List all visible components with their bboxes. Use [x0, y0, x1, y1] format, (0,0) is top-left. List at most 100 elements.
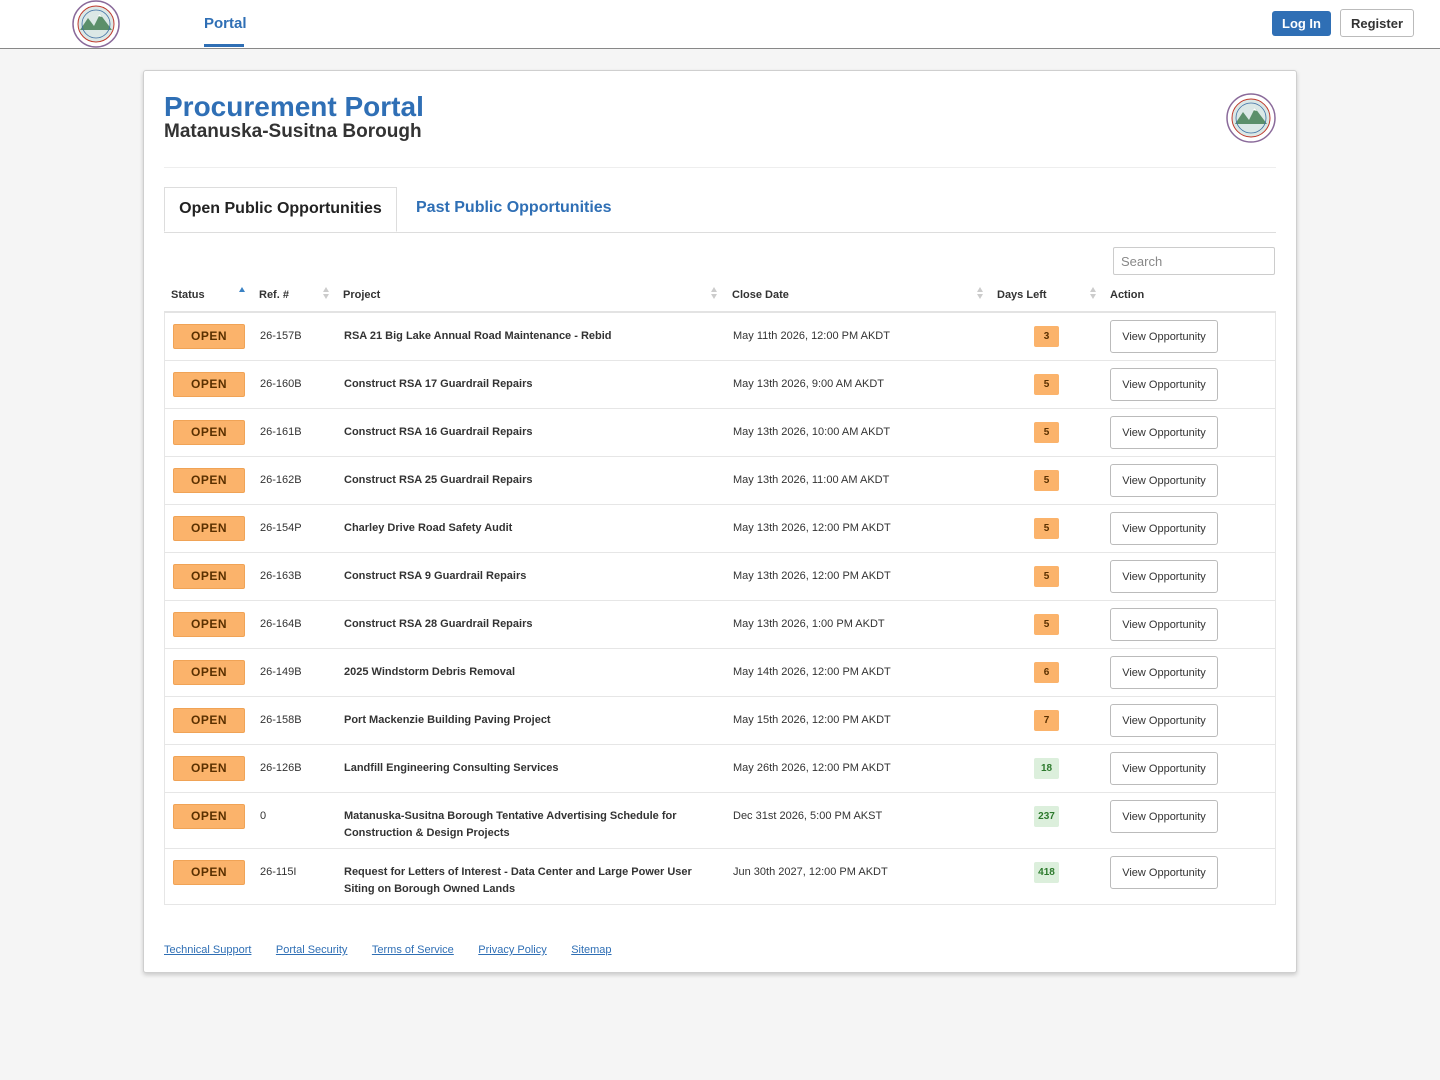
table-row: OPEN 26-164B Construct RSA 28 Guardrail …: [165, 601, 1275, 649]
sort-icon[interactable]: [1090, 287, 1097, 301]
column-header-status[interactable]: Status: [171, 289, 205, 301]
ref-number: 26-161B: [260, 426, 302, 438]
status-badge: OPEN: [173, 420, 245, 445]
login-button[interactable]: Log In: [1272, 11, 1331, 36]
close-date: May 13th 2026, 9:00 AM AKDT: [733, 378, 885, 390]
close-date: May 13th 2026, 10:00 AM AKDT: [733, 426, 891, 438]
nav-tab-portal[interactable]: Portal: [204, 0, 247, 48]
close-date: May 26th 2026, 12:00 PM AKDT: [733, 762, 891, 774]
status-badge: OPEN: [173, 468, 245, 493]
status-badge: OPEN: [173, 612, 245, 637]
ref-number: 26-164B: [260, 618, 302, 630]
table-row: OPEN 26-158B Port Mackenzie Building Pav…: [165, 697, 1275, 745]
view-opportunity-button[interactable]: View Opportunity: [1110, 656, 1218, 689]
column-header-close-date[interactable]: Close Date: [732, 289, 789, 301]
days-left-badge: 5: [1034, 566, 1059, 587]
close-date: May 15th 2026, 12:00 PM AKDT: [733, 714, 891, 726]
table-row: OPEN 26-126B Landfill Engineering Consul…: [165, 745, 1275, 793]
tab-past-public-opportunities[interactable]: Past Public Opportunities: [416, 187, 612, 232]
footer-links: Technical Support Portal Security Terms …: [164, 940, 632, 958]
view-opportunity-button[interactable]: View Opportunity: [1110, 856, 1218, 889]
footer-link-privacy-policy[interactable]: Privacy Policy: [478, 944, 546, 956]
table-row: OPEN 0 Matanuska-Susitna Borough Tentati…: [165, 793, 1275, 849]
status-badge: OPEN: [173, 756, 245, 781]
column-header-ref[interactable]: Ref. #: [259, 289, 289, 301]
table-row: OPEN 26-115I Request for Letters of Inte…: [165, 849, 1275, 905]
active-tab-indicator: [204, 44, 244, 47]
ref-number: 26-162B: [260, 474, 302, 486]
footer-link-sitemap[interactable]: Sitemap: [571, 944, 611, 956]
table-header: Status Ref. # Project Close Date Days Le…: [164, 281, 1276, 313]
footer-link-technical-support[interactable]: Technical Support: [164, 944, 251, 956]
sort-icon[interactable]: [977, 287, 984, 301]
close-date: May 14th 2026, 12:00 PM AKDT: [733, 666, 891, 678]
view-opportunity-button[interactable]: View Opportunity: [1110, 512, 1218, 545]
close-date: May 13th 2026, 12:00 PM AKDT: [733, 570, 891, 582]
days-left-badge: 5: [1034, 374, 1059, 395]
close-date: Jun 30th 2027, 12:00 PM AKDT: [733, 866, 888, 878]
days-left-badge: 6: [1034, 662, 1059, 683]
ref-number: 26-157B: [260, 330, 302, 342]
days-left-badge: 5: [1034, 614, 1059, 635]
project-name: Port Mackenzie Building Paving Project: [344, 714, 551, 726]
project-name: Construct RSA 9 Guardrail Repairs: [344, 570, 527, 582]
project-name: RSA 21 Big Lake Annual Road Maintenance …: [344, 330, 612, 342]
days-left-badge: 7: [1034, 710, 1059, 731]
project-name: Construct RSA 28 Guardrail Repairs: [344, 618, 533, 630]
column-header-action: Action: [1110, 289, 1145, 301]
view-opportunity-button[interactable]: View Opportunity: [1110, 368, 1218, 401]
status-badge: OPEN: [173, 708, 245, 733]
ref-number: 26-154P: [260, 522, 302, 534]
table-row: OPEN 26-162B Construct RSA 25 Guardrail …: [165, 457, 1275, 505]
table-row: OPEN 26-157B RSA 21 Big Lake Annual Road…: [165, 313, 1275, 361]
project-name: Construct RSA 17 Guardrail Repairs: [344, 378, 533, 390]
ref-number: 26-126B: [260, 762, 302, 774]
sort-icon[interactable]: [711, 287, 718, 301]
sort-icon[interactable]: [323, 287, 330, 301]
days-left-badge: 5: [1034, 422, 1059, 443]
status-badge: OPEN: [173, 660, 245, 685]
view-opportunity-button[interactable]: View Opportunity: [1110, 800, 1218, 833]
close-date: May 13th 2026, 12:00 PM AKDT: [733, 522, 891, 534]
register-button[interactable]: Register: [1340, 9, 1414, 37]
status-badge: OPEN: [173, 564, 245, 589]
sort-ascending-icon[interactable]: [239, 287, 246, 301]
view-opportunity-button[interactable]: View Opportunity: [1110, 320, 1218, 353]
view-opportunity-button[interactable]: View Opportunity: [1110, 464, 1218, 497]
column-header-project[interactable]: Project: [343, 289, 380, 301]
project-name: Construct RSA 16 Guardrail Repairs: [344, 426, 533, 438]
view-opportunity-button[interactable]: View Opportunity: [1110, 704, 1218, 737]
opportunity-tabs: Open Public Opportunities Past Public Op…: [164, 187, 1276, 233]
close-date: May 11th 2026, 12:00 PM AKDT: [733, 330, 890, 342]
project-name: 2025 Windstorm Debris Removal: [344, 666, 516, 678]
footer-link-portal-security[interactable]: Portal Security: [276, 944, 348, 956]
header-divider: [164, 167, 1276, 168]
status-badge: OPEN: [173, 516, 245, 541]
project-name: Matanuska-Susitna Borough Tentative Adve…: [344, 810, 677, 839]
table-row: OPEN 26-160B Construct RSA 17 Guardrail …: [165, 361, 1275, 409]
project-name: Request for Letters of Interest - Data C…: [344, 866, 692, 895]
days-left-badge: 237: [1034, 806, 1059, 827]
table-row: OPEN 26-154P Charley Drive Road Safety A…: [165, 505, 1275, 553]
tab-open-public-opportunities[interactable]: Open Public Opportunities: [164, 187, 397, 232]
view-opportunity-button[interactable]: View Opportunity: [1110, 752, 1218, 785]
view-opportunity-button[interactable]: View Opportunity: [1110, 416, 1218, 449]
borough-seal-logo[interactable]: [72, 0, 120, 48]
view-opportunity-button[interactable]: View Opportunity: [1110, 608, 1218, 641]
ref-number: 26-163B: [260, 570, 302, 582]
page-title: Procurement Portal: [164, 91, 424, 122]
ref-number: 26-149B: [260, 666, 302, 678]
borough-seal-icon: [1226, 93, 1276, 143]
table-row: OPEN 26-161B Construct RSA 16 Guardrail …: [165, 409, 1275, 457]
close-date: May 13th 2026, 11:00 AM AKDT: [733, 474, 890, 486]
main-card: Procurement Portal Matanuska-Susitna Bor…: [143, 70, 1297, 973]
table-body: OPEN 26-157B RSA 21 Big Lake Annual Road…: [164, 313, 1276, 905]
days-left-badge: 5: [1034, 470, 1059, 491]
column-header-days-left[interactable]: Days Left: [997, 289, 1047, 301]
search-input[interactable]: [1113, 247, 1275, 275]
view-opportunity-button[interactable]: View Opportunity: [1110, 560, 1218, 593]
ref-number: 0: [260, 810, 267, 822]
status-badge: OPEN: [173, 372, 245, 397]
project-name: Charley Drive Road Safety Audit: [344, 522, 513, 534]
footer-link-terms-of-service[interactable]: Terms of Service: [372, 944, 454, 956]
